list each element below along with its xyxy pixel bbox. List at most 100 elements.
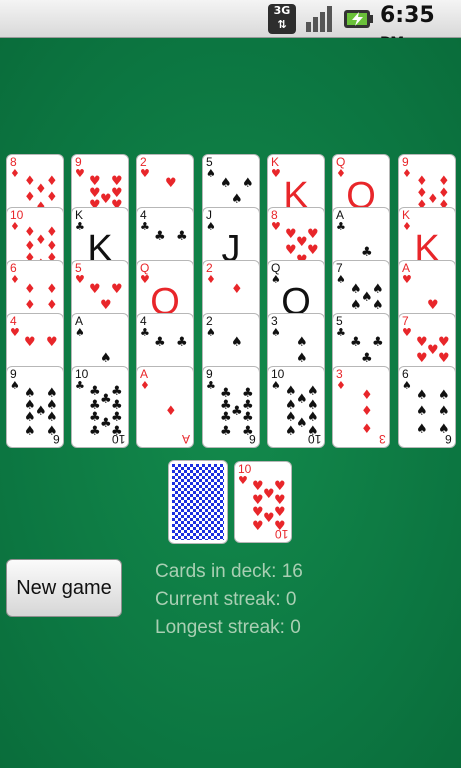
playing-card[interactable]: 10 ♣ ♣ ♣ ♣ ♣ ♣ ♣ ♣ ♣ ♣ ♣ 10 <box>72 367 128 447</box>
suit-pip: ♥ <box>252 505 264 520</box>
suit-pip: ♣ <box>372 335 384 350</box>
suit-pip: ♥ <box>111 282 123 297</box>
new-game-button[interactable]: New game <box>6 559 122 617</box>
suit-pip: ♥ <box>296 235 308 250</box>
suit-pip: ♠ <box>24 410 36 425</box>
suit-pip: ♥ <box>427 298 439 313</box>
longest-streak: Longest streak: 0 <box>155 617 301 638</box>
card-rank-bottom: 6 <box>445 432 452 446</box>
playing-card[interactable]: A ♦ ♦ A <box>137 367 193 447</box>
suit-pip: ♠ <box>416 388 428 403</box>
suit-pip: ♠ <box>296 351 308 366</box>
suit-pip: ♥ <box>274 505 286 520</box>
suit-pip: ♣ <box>361 245 373 260</box>
suit-pip: ♦ <box>24 282 36 297</box>
suit-pip: ♥ <box>252 519 264 534</box>
card-rank-bottom: 6 <box>53 432 60 446</box>
suit-pip: ♣ <box>231 404 243 419</box>
suit-pip: ♣ <box>220 424 232 439</box>
card-rank-bottom: 6 <box>249 432 256 446</box>
suit-pip: ♥ <box>416 351 428 366</box>
suit-pip: ♥ <box>307 243 319 258</box>
suit-pip: ♠ <box>307 410 319 425</box>
suit-pip: ♦ <box>165 404 177 419</box>
suit-pip: ♠ <box>416 422 428 437</box>
playing-card[interactable]: 9 ♣ ♣ ♣ ♣ ♣ ♣ ♣ ♣ ♣ ♣ 6 <box>203 367 259 447</box>
suit-pip: ♦ <box>46 190 58 205</box>
suit-pip: ♣ <box>100 416 112 431</box>
suit-pip: ♣ <box>111 384 123 399</box>
suit-pip: ♦ <box>35 182 47 197</box>
card-rank-bottom: 10 <box>274 527 288 541</box>
suit-pip: ♦ <box>361 404 373 419</box>
suit-pip: ♥ <box>89 282 101 297</box>
suit-pip: ♣ <box>89 384 101 399</box>
suit-pip: ♥ <box>263 487 275 502</box>
suit-pip: ♦ <box>361 422 373 437</box>
suit-pip: ♣ <box>89 424 101 439</box>
stock-pile[interactable] <box>169 461 227 543</box>
suit-pip: ♠ <box>296 416 308 431</box>
card-rank-bottom: A <box>181 432 190 446</box>
suit-pip: ♠ <box>438 388 450 403</box>
suit-pip: ♥ <box>438 335 450 350</box>
card-rank-bottom: 10 <box>111 432 125 446</box>
suit-pip: ♥ <box>252 479 264 494</box>
suit-pip: ♥ <box>285 243 297 258</box>
suit-pip: ♦ <box>24 298 36 313</box>
suit-pip: ♦ <box>46 282 58 297</box>
suit-pip: ♥ <box>438 351 450 366</box>
suit-pip: ♦ <box>46 225 58 240</box>
suit-pip: ♠ <box>372 282 384 297</box>
suit-pip: ♥ <box>416 335 428 350</box>
suit-pip: ♥ <box>100 192 112 207</box>
suit-pip: ♦ <box>24 190 36 205</box>
suit-pip: ♦ <box>35 233 47 248</box>
suit-pip: ♠ <box>35 404 47 419</box>
suit-pip: ♥ <box>263 511 275 526</box>
suit-pip: ♠ <box>46 410 58 425</box>
suit-pip: ♠ <box>296 335 308 350</box>
suit-pip: ♥ <box>24 335 36 350</box>
suit-pip: ♠ <box>231 192 243 207</box>
playing-card[interactable]: 10 ♥ ♥ ♥ ♥ ♥ ♥ ♥ ♥ ♥ ♥ ♥ 10 <box>235 462 291 542</box>
suit-pip: ♥ <box>427 343 439 358</box>
current-streak: Current streak: 0 <box>155 589 297 610</box>
card-rank-bottom: 3 <box>379 432 386 446</box>
suit-pip: ♠ <box>296 392 308 407</box>
suit-pip: ♥ <box>100 298 112 313</box>
suit-pip: ♣ <box>176 229 188 244</box>
suit-pip: ♥ <box>274 479 286 494</box>
3g-data-icon: 3G ⇅ <box>268 4 296 34</box>
suit-pip: ♥ <box>285 227 297 242</box>
clock-time: 6:35 <box>380 3 435 28</box>
playing-card[interactable]: 9 ♠ ♠ ♠ ♠ ♠ ♠ ♠ ♠ ♠ ♠ 6 <box>7 367 63 447</box>
suit-pip: ♥ <box>307 227 319 242</box>
suit-pip: ♣ <box>100 392 112 407</box>
suit-pip: ♠ <box>285 424 297 439</box>
suit-pip: ♣ <box>89 410 101 425</box>
suit-pip: ♠ <box>100 351 112 366</box>
suit-pip: ♦ <box>361 388 373 403</box>
suit-pip: ♣ <box>111 410 123 425</box>
suit-pip: ♣ <box>154 335 166 350</box>
suit-pip: ♦ <box>427 192 439 207</box>
suit-pip: ♠ <box>361 290 373 305</box>
suit-pip: ♥ <box>165 176 177 191</box>
suit-pip: ♣ <box>242 410 254 425</box>
card-rank-bottom: 10 <box>307 432 321 446</box>
status-bar: 3G⇅ 6:35 PM <box>0 0 461 51</box>
network-type-label: 3G <box>273 4 291 17</box>
playing-card[interactable]: 6 ♠ ♠ ♠ ♠ ♠ ♠ ♠ 6 <box>399 367 455 447</box>
suit-pip: ♦ <box>24 225 36 240</box>
playing-card[interactable]: 3 ♦ ♦ ♦ ♦ 3 <box>333 367 389 447</box>
suit-pip: ♠ <box>285 410 297 425</box>
cards-in-deck: Cards in deck: 16 <box>155 561 303 582</box>
suit-pip: ♣ <box>154 229 166 244</box>
suit-pip: ♠ <box>307 384 319 399</box>
playing-card[interactable]: 10 ♠ ♠ ♠ ♠ ♠ ♠ ♠ ♠ ♠ ♠ ♠ 10 <box>268 367 324 447</box>
suit-pip: ♣ <box>176 335 188 350</box>
suit-pip: ♥ <box>46 335 58 350</box>
suit-pip: ♠ <box>231 335 243 350</box>
game-stats: Cards in deck: 16 Current streak: 0 Long… <box>155 561 303 645</box>
